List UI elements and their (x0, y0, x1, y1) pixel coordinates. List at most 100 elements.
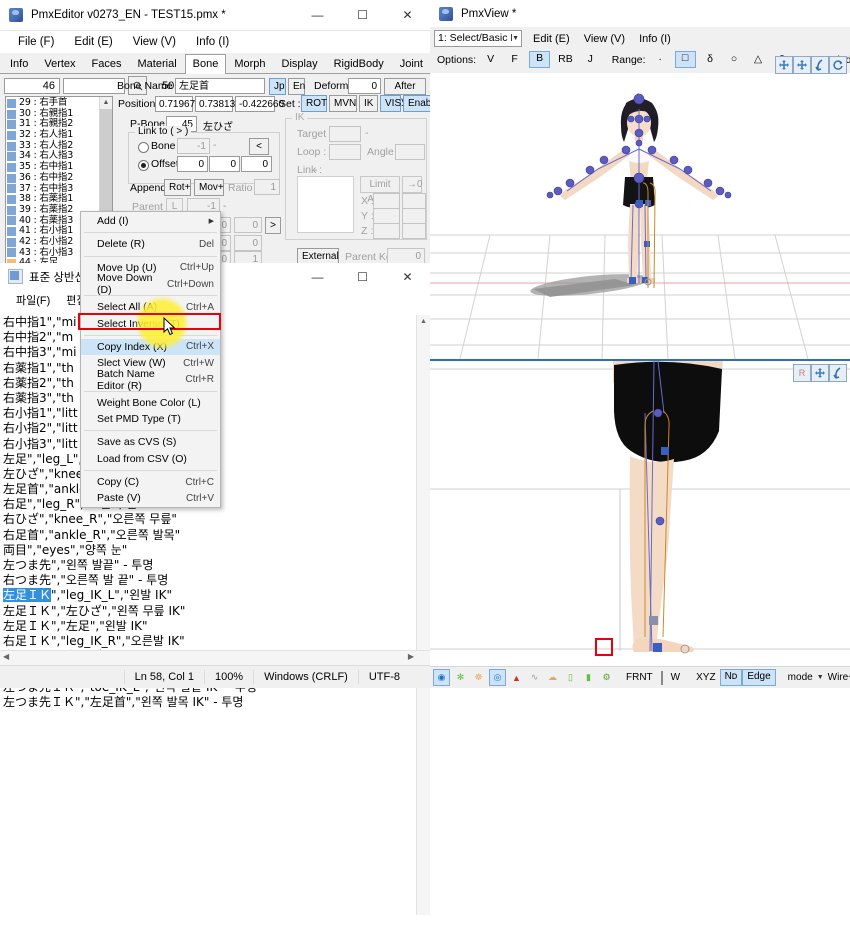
set-ik-button[interactable]: IK (359, 95, 378, 112)
wave-icon[interactable]: ∿ (527, 670, 542, 685)
offset-x-input[interactable]: 0 (177, 156, 208, 172)
move-all-icon[interactable] (793, 56, 811, 74)
viewport-side[interactable] (430, 361, 850, 667)
np-minimize-button[interactable]: — (295, 263, 340, 290)
chevron-down-icon-2[interactable]: ▼ (817, 674, 824, 681)
spin-icon[interactable] (829, 56, 847, 74)
triangle-icon[interactable]: ▲ (509, 670, 524, 685)
minimize-button[interactable]: — (295, 0, 340, 30)
wire-button[interactable]: Wire+ (824, 670, 850, 685)
tab-morph[interactable]: Morph (226, 54, 273, 73)
context-menu-item[interactable]: Paste (V) Ctrl+V (81, 490, 220, 506)
pin-icon[interactable]: ▮ (581, 670, 596, 685)
context-menu-item[interactable]: Load from CSV (O) (81, 451, 220, 467)
context-menu-item[interactable]: Set PMD Type (T) (81, 411, 220, 427)
pmxview-menu-0[interactable]: Edit (E) (526, 31, 577, 47)
link-offset-radio[interactable] (138, 160, 149, 171)
context-menu-item[interactable]: Copy (C) Ctrl+C (81, 474, 220, 490)
cloud-icon[interactable]: ☁ (545, 670, 560, 685)
pmxview-menu-1[interactable]: View (V) (577, 31, 632, 47)
option-f[interactable]: F (505, 52, 524, 67)
context-menu-item[interactable]: Save as CVS (S) (81, 434, 220, 450)
tab-joint[interactable]: Joint (392, 54, 431, 73)
context-menu-item[interactable]: Add (I) ▶ (81, 213, 220, 229)
w-button[interactable]: W (667, 670, 684, 685)
append-mov-button[interactable]: Mov+ (194, 179, 224, 196)
range-x[interactable]: □ (674, 51, 696, 68)
circle-icon[interactable]: ◉ (433, 669, 450, 686)
mode-select[interactable]: 1: Select/Basic Edi ▼ (434, 30, 522, 47)
bone-context-menu[interactable]: Add (I) ▶ Delete (R) Del Move Up (U) Ctrl+Up M… (80, 211, 221, 509)
sun-icon[interactable]: ✻ (453, 670, 468, 685)
np-close-button[interactable]: ✕ (385, 263, 430, 290)
np-scroll-right-icon[interactable]: ▶ (408, 652, 414, 661)
position-z-input[interactable]: -0.422660 (235, 96, 284, 112)
notepad-menu-0[interactable]: 파일(F) (8, 290, 58, 310)
scroll-up-icon[interactable]: ▲ (100, 97, 112, 109)
color-swatch[interactable] (660, 670, 663, 685)
append-rot-button[interactable]: Rot+ (164, 179, 191, 196)
option-rb[interactable]: RB (555, 52, 576, 67)
bone-list-item[interactable]: 36 : 右中指2 (6, 172, 101, 184)
sphere-icon[interactable]: ☸ (471, 670, 486, 685)
tab-material[interactable]: Material (130, 54, 185, 73)
en-button[interactable]: En (288, 78, 305, 95)
offset-z-input[interactable]: 0 (241, 156, 272, 172)
link-bone-radio[interactable] (138, 142, 149, 153)
range-x[interactable]: △ (749, 52, 768, 67)
cylinder-icon[interactable]: ▯ (563, 670, 578, 685)
edge-button[interactable]: Edge (742, 669, 776, 686)
anchor-icon[interactable]: R (793, 364, 811, 382)
bone-index-input[interactable]: 46 (4, 77, 60, 94)
option-v[interactable]: V (481, 52, 500, 67)
range-x[interactable]: · (651, 52, 670, 67)
set-vis-button[interactable]: VIS (380, 95, 401, 112)
rotate-icon[interactable] (811, 56, 829, 74)
limit-angle-button[interactable]: Limit Angle (360, 176, 400, 205)
np-maximize-button[interactable]: ☐ (340, 263, 385, 290)
context-menu-item[interactable]: Batch Name Editor (R) Ctrl+R (81, 368, 220, 392)
target-icon[interactable]: ◎ (489, 669, 506, 686)
view-direction-button[interactable]: FRNT (622, 670, 657, 685)
context-menu-item[interactable]: Weight Bone Color (L) (81, 395, 220, 411)
axis-more-button[interactable]: > (265, 217, 281, 234)
tab-faces[interactable]: Faces (84, 54, 130, 73)
after-physics-button[interactable]: After Physics (384, 78, 426, 107)
tab-vertex[interactable]: Vertex (36, 54, 83, 73)
notepad-horizontal-scrollbar[interactable]: ◀ ▶ (0, 650, 430, 665)
gear-icon[interactable]: ⚙ (599, 670, 614, 685)
pmxview-menu-2[interactable]: Info (I) (632, 31, 678, 47)
offset-y-input[interactable]: 0 (209, 156, 240, 172)
limit-zero-button[interactable]: →0 (402, 176, 423, 193)
move-icon-2[interactable] (811, 364, 829, 382)
context-menu-item[interactable]: Delete (R) Del (81, 236, 220, 252)
position-x-input[interactable]: 0.719673 (155, 96, 201, 112)
link-bone-pick-button[interactable]: < (249, 138, 269, 155)
editor-menu-1[interactable]: Edit (E) (64, 33, 122, 51)
option-j[interactable]: J (581, 52, 600, 67)
move-icon[interactable] (775, 56, 793, 74)
viewport-front[interactable] (430, 73, 850, 361)
jp-button[interactable]: Jp (269, 78, 286, 95)
tab-display[interactable]: Display (274, 54, 326, 73)
np-scroll-up-icon[interactable]: ▲ (417, 315, 430, 328)
editor-menu-3[interactable]: Info (I) (186, 33, 239, 51)
ik-link-list[interactable] (297, 176, 354, 233)
bone-filter-input[interactable] (63, 77, 125, 94)
close-button[interactable]: ✕ (385, 0, 430, 30)
context-menu-item[interactable]: Move Down (D) Ctrl+Down (81, 272, 220, 296)
editor-menu-0[interactable]: File (F) (8, 33, 64, 51)
deform-input[interactable]: 0 (348, 78, 381, 94)
mode-button[interactable]: mode (784, 670, 817, 685)
np-scroll-left-icon[interactable]: ◀ (3, 652, 9, 661)
option-b[interactable]: B (529, 51, 551, 68)
range-x[interactable]: δ (701, 52, 720, 67)
tab-rigidbody[interactable]: RigidBody (326, 54, 392, 73)
editor-menu-2[interactable]: View (V) (123, 33, 186, 51)
tab-info[interactable]: Info (2, 54, 36, 73)
nb-button[interactable]: Nᴅ (719, 669, 743, 686)
bone-name-input[interactable]: 左足首 (175, 78, 265, 94)
xyz-button[interactable]: XYZ (692, 670, 719, 685)
maximize-button[interactable]: ☐ (340, 0, 385, 30)
set-mvn-button[interactable]: MVN (329, 95, 357, 112)
